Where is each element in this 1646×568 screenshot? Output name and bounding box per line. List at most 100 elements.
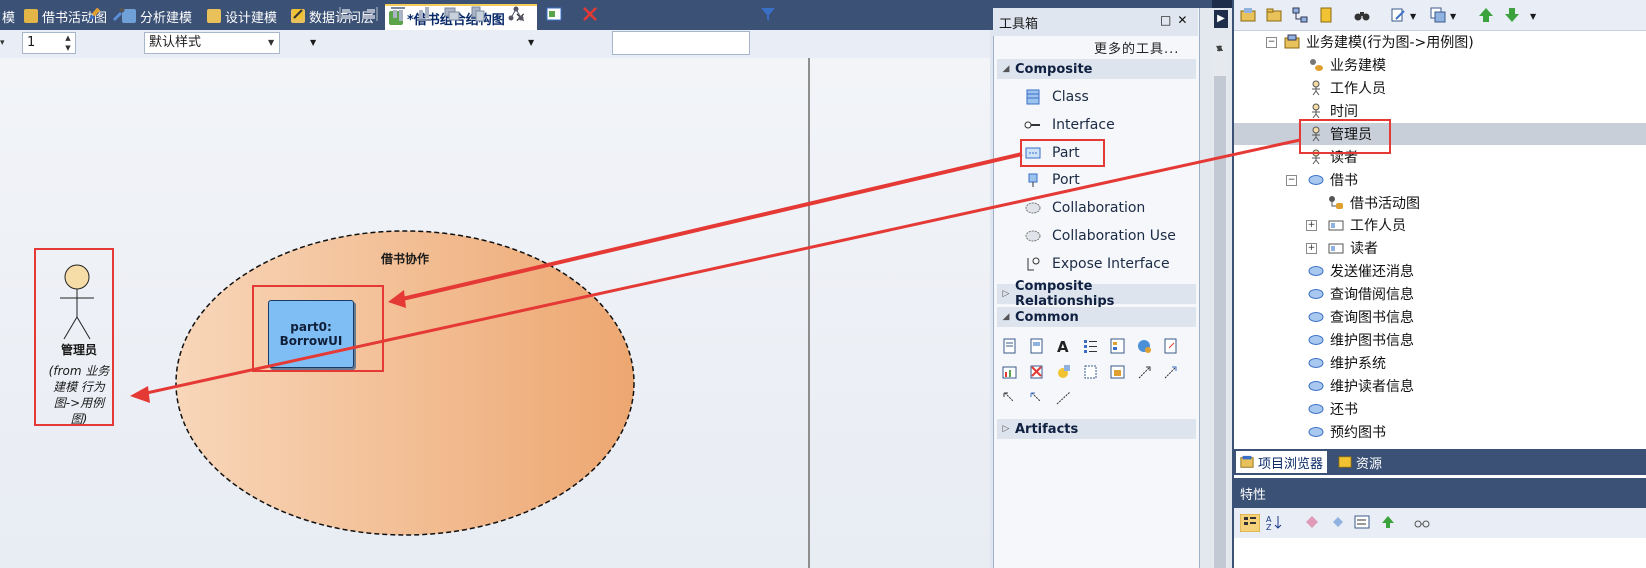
diagram-properties-icon[interactable] <box>546 6 562 22</box>
tab-analysis-model[interactable]: 分析建模 <box>118 4 196 28</box>
expand-toggle[interactable]: + <box>1306 243 1317 254</box>
style-select[interactable]: 默认样式 <box>144 32 280 54</box>
new-package-icon[interactable] <box>1266 7 1282 23</box>
tree-item[interactable]: 业务建模(行为图->用例图) <box>1284 31 1474 53</box>
toolbox-item-collaboration[interactable]: Collaboration <box>1024 197 1145 219</box>
note-icon[interactable] <box>1002 338 1017 354</box>
toolbox-item-class[interactable]: Class <box>1024 86 1089 108</box>
more-tools-link[interactable]: 更多的工具... <box>1094 38 1179 57</box>
new-element-icon[interactable] <box>1318 7 1334 23</box>
tree-item[interactable]: 借书活动图 <box>1328 192 1420 214</box>
connector-icon[interactable] <box>1056 390 1071 406</box>
align-top-icon[interactable] <box>390 6 406 22</box>
constraint-icon[interactable] <box>1056 364 1071 380</box>
move-down-icon[interactable] <box>1504 7 1520 23</box>
properties-icon[interactable] <box>1354 514 1370 530</box>
collaboration-ellipse[interactable] <box>175 230 635 536</box>
glasses-icon[interactable] <box>1414 514 1430 530</box>
chevron-down-icon[interactable]: ▼ <box>310 38 316 47</box>
tree-item[interactable]: 维护系统 <box>1308 352 1386 374</box>
tree-item[interactable]: 工作人员 <box>1308 77 1386 99</box>
filter-input[interactable] <box>612 31 750 55</box>
note-link-icon[interactable] <box>1029 390 1044 406</box>
text-icon[interactable]: A <box>1056 338 1071 354</box>
chevron-down-icon[interactable]: ▼ <box>1216 44 1222 53</box>
collapse-toggle[interactable]: − <box>1266 37 1277 48</box>
tree-item[interactable]: 查询借阅信息 <box>1308 283 1414 305</box>
collapse-toggle[interactable]: − <box>1286 175 1297 186</box>
tree-item[interactable]: 维护读者信息 <box>1308 375 1414 397</box>
chevron-down-icon[interactable]: ▼ <box>1450 12 1456 21</box>
copy-icon[interactable] <box>1430 7 1446 23</box>
toolbox-window-buttons[interactable]: □✕ <box>1160 13 1193 27</box>
tab-partial[interactable]: 模 <box>0 4 19 28</box>
tree-item[interactable]: 查询图书信息 <box>1308 306 1414 328</box>
expand-icon[interactable]: ▷ <box>997 289 1015 299</box>
tree-item[interactable]: 发送催还消息 <box>1308 260 1414 282</box>
scroll-thumb[interactable] <box>1214 76 1226 568</box>
delete-icon[interactable] <box>582 6 598 22</box>
same-height-icon[interactable] <box>470 6 486 22</box>
toolbox-section-common[interactable]: ◢ Common <box>997 307 1196 327</box>
image-icon[interactable] <box>1110 364 1125 380</box>
collapse-icon[interactable]: ◢ <box>997 312 1015 322</box>
highlighter-icon[interactable] <box>290 6 306 22</box>
expand-toggle[interactable]: + <box>1306 220 1317 231</box>
toolbox-item-expose-interface[interactable]: Expose Interface <box>1024 253 1170 275</box>
chevron-down-icon[interactable]: ▾ <box>0 38 5 48</box>
boundary-icon[interactable] <box>1083 364 1098 380</box>
tree-item[interactable]: 还书 <box>1308 398 1358 420</box>
tree-item[interactable]: 业务建模 <box>1308 54 1386 76</box>
align-right-icon[interactable] <box>363 6 379 22</box>
layout-tree-icon[interactable] <box>508 6 524 22</box>
tree-item[interactable]: 工作人员 <box>1328 214 1406 236</box>
collapse-icon[interactable]: ◢ <box>997 64 1015 74</box>
sort-alpha-icon[interactable]: AZ <box>1266 514 1282 530</box>
maximize-icon[interactable]: □ <box>1160 13 1177 27</box>
document-icon[interactable] <box>1029 338 1044 354</box>
tree-item[interactable]: 维护图书信息 <box>1308 329 1414 351</box>
chevron-down-icon[interactable]: ▼ <box>1530 12 1536 21</box>
toolbox-item-interface[interactable]: Interface <box>1024 114 1115 136</box>
align-bottom-icon[interactable] <box>416 6 432 22</box>
tab-design-model[interactable]: 设计建模 <box>203 4 281 28</box>
brush-icon[interactable] <box>86 6 102 22</box>
toolbox-section-composite[interactable]: ◢ Composite <box>997 59 1196 79</box>
filter-icon[interactable] <box>760 6 776 22</box>
tag-icon[interactable] <box>1330 514 1346 530</box>
tree-item[interactable]: 预约图书 <box>1308 421 1386 443</box>
realization-icon[interactable] <box>1002 390 1017 406</box>
hyperlink-icon[interactable] <box>1137 338 1152 354</box>
tree-item[interactable]: 读者 <box>1328 237 1378 259</box>
tab-project-browser[interactable]: 项目浏览器 <box>1236 451 1328 473</box>
toolbox-section-composite-relationships[interactable]: ▷ Composite Relationships <box>997 279 1196 309</box>
issue-icon[interactable] <box>1029 364 1044 380</box>
new-model-icon[interactable] <box>1240 7 1256 23</box>
pane-scroll-icon[interactable]: ▶ <box>1214 10 1228 28</box>
edit-icon[interactable] <box>1390 7 1406 23</box>
binoculars-icon[interactable] <box>1354 7 1370 23</box>
toolbox-item-port[interactable]: Port <box>1024 169 1080 191</box>
arrow-up-icon[interactable] <box>1380 514 1396 530</box>
dependency-icon[interactable] <box>1137 364 1152 380</box>
chevron-down-icon[interactable]: ▼ <box>268 38 274 47</box>
list-icon[interactable] <box>1083 338 1098 354</box>
expand-icon[interactable]: ▷ <box>997 424 1015 434</box>
legend-icon[interactable] <box>1110 338 1125 354</box>
chart-icon[interactable] <box>1002 364 1017 380</box>
tree-item[interactable]: 借书 <box>1308 169 1358 191</box>
spin-arrows-icon[interactable]: ▲ ▼ <box>60 33 76 53</box>
chevron-down-icon[interactable]: ▼ <box>1410 12 1416 21</box>
chevron-down-icon[interactable]: ▼ <box>528 38 534 47</box>
artifact-icon[interactable] <box>1163 338 1178 354</box>
toolbox-section-artifacts[interactable]: ▷ Artifacts <box>997 419 1196 439</box>
same-width-icon[interactable] <box>444 6 460 22</box>
tab-resources[interactable]: 资源 <box>1334 451 1386 473</box>
eyedropper-icon[interactable] <box>110 6 126 22</box>
categorized-icon[interactable] <box>1240 514 1260 532</box>
align-left-icon[interactable] <box>338 6 354 22</box>
close-icon[interactable]: ✕ <box>1177 13 1193 27</box>
move-up-icon[interactable] <box>1478 7 1494 23</box>
toolbox-item-collaboration-use[interactable]: Collaboration Use <box>1024 225 1176 247</box>
trace-icon[interactable] <box>1163 364 1178 380</box>
